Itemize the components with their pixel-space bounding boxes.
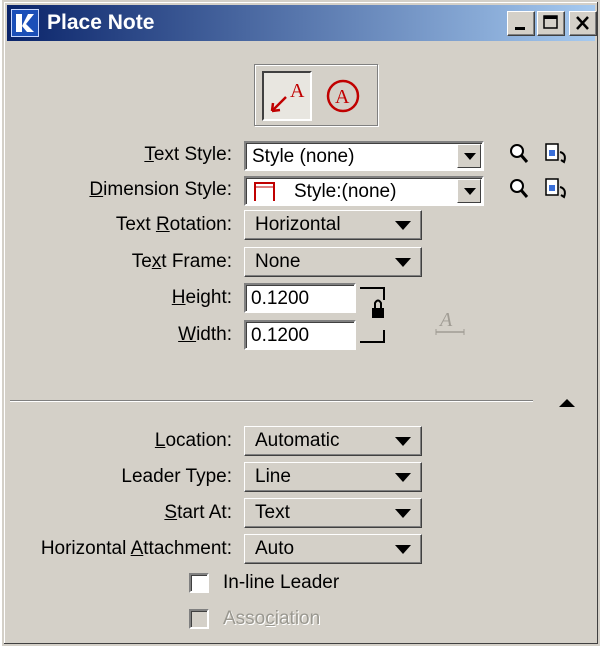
location-label: Location: [154, 430, 232, 451]
inline-leader-label: In-line Leader [223, 572, 340, 593]
association-label: Association [223, 608, 321, 629]
chevron-down-icon [395, 437, 411, 446]
leader-type-value: Line [255, 466, 291, 487]
width-label: Width: [178, 324, 232, 345]
section-divider [10, 400, 533, 402]
title-bar[interactable]: Place Note [7, 5, 597, 41]
chevron-down-icon [395, 258, 411, 267]
app-icon [11, 9, 39, 37]
text-style-edit-icon[interactable] [543, 142, 569, 174]
leader-type-label: Leader Type: [121, 466, 232, 487]
svg-text:A: A [438, 309, 453, 331]
start-at-select[interactable]: Text [244, 498, 422, 528]
text-style-search-icon[interactable] [508, 142, 530, 172]
association-checkbox[interactable] [189, 609, 209, 629]
tool-selector: A A [254, 64, 378, 126]
location-value: Automatic [255, 430, 340, 451]
close-button[interactable] [569, 11, 597, 36]
horizontal-attachment-value: Auto [255, 538, 295, 559]
chevron-down-icon [464, 153, 476, 160]
svg-text:A: A [290, 80, 305, 102]
text-style-value: Style (none) [252, 146, 355, 167]
inline-leader-checkbox[interactable] [189, 573, 209, 593]
place-note-tool[interactable]: A [262, 71, 312, 121]
dimension-style-dropdown-button[interactable] [457, 179, 481, 203]
text-style-combo[interactable]: Style (none) [244, 141, 484, 171]
text-size-icon: A [435, 309, 465, 335]
chevron-down-icon [395, 473, 411, 482]
leader-type-select[interactable]: Line [244, 462, 422, 492]
dimension-style-edit-icon[interactable] [543, 177, 569, 209]
chevron-down-icon [395, 221, 411, 230]
text-style-label: Text Style: [144, 144, 232, 165]
collapse-up-icon[interactable] [559, 399, 575, 407]
circled-a-icon: A [326, 79, 360, 113]
place-note-window: Place Note A A Text Style: Style (none) … [2, 0, 600, 646]
chevron-down-icon [395, 509, 411, 518]
text-rotation-label: Text Rotation: [115, 214, 232, 235]
minimize-button[interactable] [507, 11, 535, 36]
text-frame-select[interactable]: None [244, 247, 422, 277]
maximize-button[interactable] [537, 11, 565, 36]
height-input[interactable]: 0.1200 [244, 283, 356, 313]
dimension-style-search-icon[interactable] [508, 177, 530, 207]
height-label: Height: [171, 287, 232, 308]
leader-note-icon: A [270, 80, 305, 113]
text-frame-value: None [255, 251, 301, 272]
window-title: Place Note [47, 11, 155, 34]
text-rotation-value: Horizontal [255, 214, 341, 235]
text-frame-label: Text Frame: [131, 251, 232, 272]
dimension-style-combo[interactable]: Style:(none) [244, 176, 484, 206]
place-text-note-tool[interactable]: A [318, 71, 368, 121]
horizontal-attachment-select[interactable]: Auto [244, 534, 422, 564]
dimension-icon [254, 182, 275, 201]
text-style-dropdown-button[interactable] [457, 144, 481, 168]
start-at-label: Start At: [164, 502, 232, 523]
horizontal-attachment-label: Horizontal Attachment: [40, 538, 232, 559]
dimension-style-value: Style:(none) [294, 181, 397, 202]
chevron-down-icon [395, 545, 411, 554]
width-input[interactable]: 0.1200 [244, 320, 356, 350]
chevron-down-icon [464, 188, 476, 195]
dimension-style-label: Dimension Style: [89, 179, 232, 200]
svg-text:A: A [335, 86, 350, 108]
text-rotation-select[interactable]: Horizontal [244, 210, 422, 240]
lock-icon[interactable] [358, 286, 392, 344]
location-select[interactable]: Automatic [244, 426, 422, 456]
start-at-value: Text [255, 502, 290, 523]
